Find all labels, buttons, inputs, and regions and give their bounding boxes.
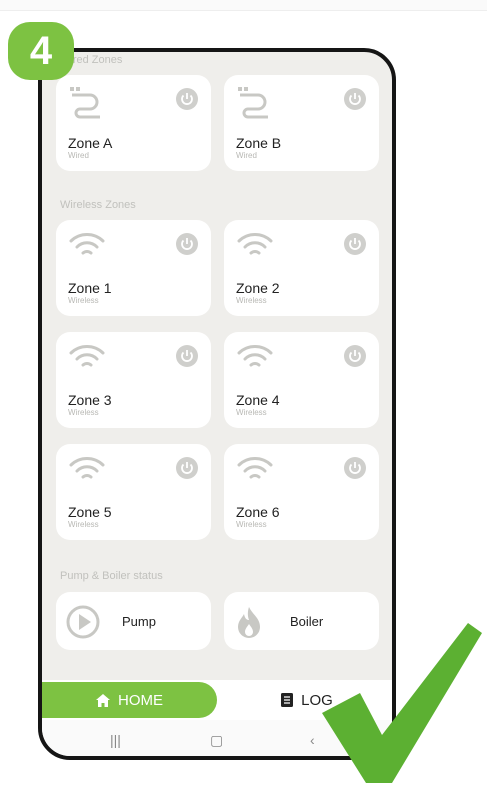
zone-name: Zone B	[236, 135, 282, 151]
power-icon[interactable]	[343, 232, 367, 256]
wired-icon	[238, 87, 268, 119]
zone-type: Wireless	[68, 296, 99, 305]
zone-type: Wired	[68, 151, 89, 160]
zone-card-1[interactable]: Zone 1 Wireless	[56, 220, 211, 316]
tab-home-label: HOME	[118, 691, 163, 709]
wifi-icon	[237, 345, 273, 367]
zone-type: Wireless	[68, 520, 99, 529]
zone-card-2[interactable]: Zone 2 Wireless	[224, 220, 379, 316]
tab-home[interactable]: HOME	[42, 682, 217, 718]
zone-name: Zone 1	[68, 280, 112, 296]
checkmark-icon	[322, 623, 482, 783]
zone-card-b[interactable]: Zone B Wired	[224, 75, 379, 171]
zone-type: Wireless	[236, 296, 267, 305]
zone-type: Wireless	[236, 408, 267, 417]
power-icon[interactable]	[175, 456, 199, 480]
step-badge: 4	[8, 22, 74, 80]
zone-card-3[interactable]: Zone 3 Wireless	[56, 332, 211, 428]
pump-label: Pump	[122, 614, 156, 629]
power-icon[interactable]	[175, 344, 199, 368]
home-circle-icon[interactable]: ▢	[210, 732, 223, 749]
zone-card-a[interactable]: Zone A Wired	[56, 75, 211, 171]
zone-name: Zone A	[68, 135, 113, 151]
section-label-wireless: Wireless Zones	[60, 199, 136, 211]
zone-name: Zone 6	[236, 504, 280, 520]
wifi-icon	[69, 345, 105, 367]
power-icon[interactable]	[343, 87, 367, 111]
power-icon[interactable]	[343, 456, 367, 480]
recents-icon[interactable]: |||	[110, 732, 121, 748]
zone-name: Zone 2	[236, 280, 280, 296]
wired-icon	[70, 87, 100, 119]
pump-card[interactable]: Pump	[56, 592, 211, 650]
wifi-icon	[237, 457, 273, 479]
section-label-status: Pump & Boiler status	[60, 570, 163, 582]
zone-type: Wired	[236, 151, 257, 160]
power-icon[interactable]	[175, 87, 199, 111]
zone-card-5[interactable]: Zone 5 Wireless	[56, 444, 211, 540]
wifi-icon	[69, 233, 105, 255]
flame-icon	[238, 607, 260, 638]
power-icon[interactable]	[343, 344, 367, 368]
wifi-icon	[237, 233, 273, 255]
zone-type: Wireless	[68, 408, 99, 417]
log-icon	[281, 693, 294, 707]
wifi-icon	[69, 457, 105, 479]
home-icon	[96, 693, 110, 707]
zone-card-6[interactable]: Zone 6 Wireless	[224, 444, 379, 540]
zone-card-4[interactable]: Zone 4 Wireless	[224, 332, 379, 428]
back-icon[interactable]: ‹	[310, 732, 315, 748]
top-divider	[0, 0, 487, 11]
zone-name: Zone 5	[68, 504, 112, 520]
zone-name: Zone 4	[236, 392, 280, 408]
boiler-label: Boiler	[290, 614, 324, 629]
power-icon[interactable]	[175, 232, 199, 256]
play-icon	[66, 605, 100, 639]
zone-type: Wireless	[236, 520, 267, 529]
zone-name: Zone 3	[68, 392, 112, 408]
